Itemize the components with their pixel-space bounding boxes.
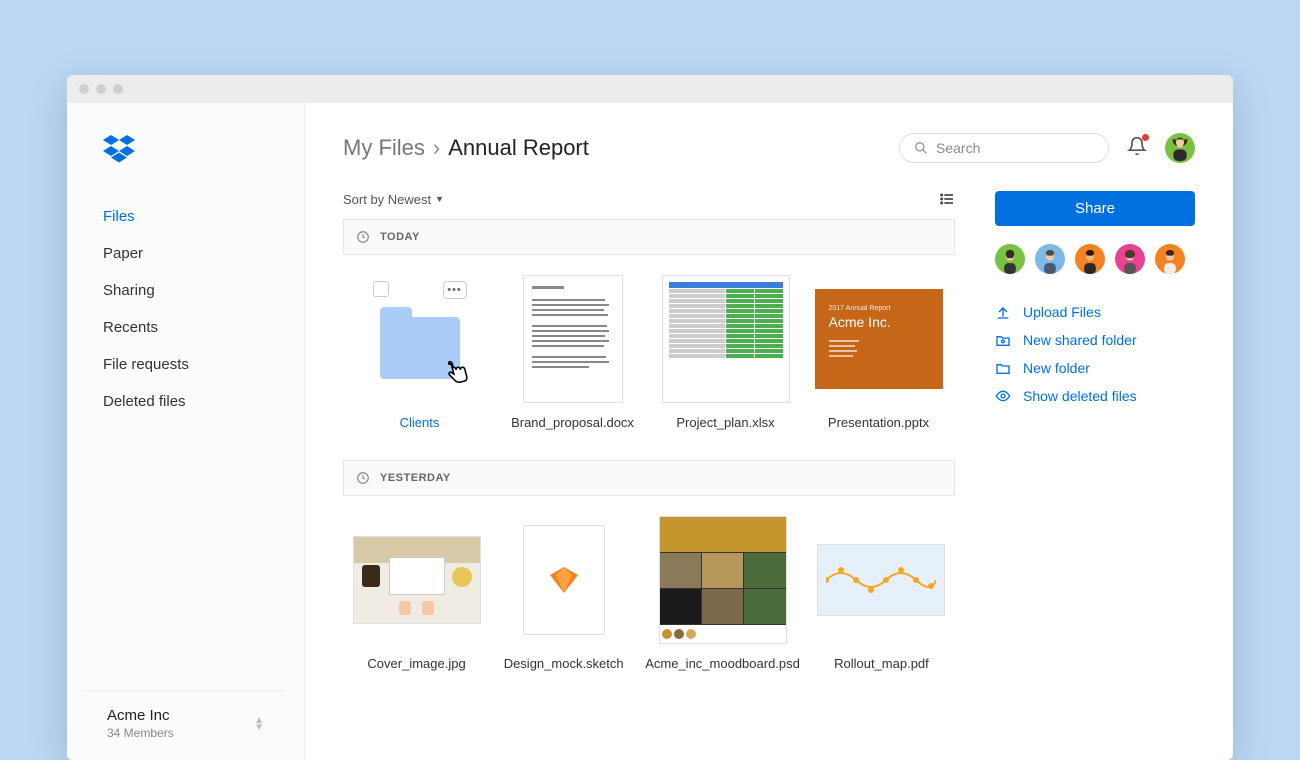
action-new-shared-folder[interactable]: New shared folder bbox=[995, 332, 1195, 348]
section-header-today: TODAY bbox=[343, 219, 955, 255]
eye-icon bbox=[995, 388, 1011, 404]
ppt-thumbnail: 2017 Annual Report Acme Inc. bbox=[815, 289, 943, 389]
file-name: Design_mock.sketch bbox=[504, 656, 624, 673]
section-label-today: TODAY bbox=[380, 231, 420, 243]
moodboard-thumbnail bbox=[659, 516, 787, 644]
search-placeholder: Search bbox=[936, 140, 980, 156]
clock-icon bbox=[356, 471, 370, 485]
main-content: My Files › Annual Report Search bbox=[305, 103, 1233, 760]
member-avatar[interactable] bbox=[1035, 244, 1065, 274]
window-close[interactable] bbox=[79, 84, 89, 94]
sidebar-item-recents[interactable]: Recents bbox=[103, 309, 284, 346]
member-avatar[interactable] bbox=[1115, 244, 1145, 274]
cursor-hand-icon bbox=[440, 356, 474, 398]
window-minimize[interactable] bbox=[96, 84, 106, 94]
doc-thumbnail bbox=[523, 275, 623, 403]
sidebar-item-deleted-files[interactable]: Deleted files bbox=[103, 383, 284, 420]
sidebar-item-files[interactable]: Files bbox=[103, 198, 284, 235]
clock-icon bbox=[356, 230, 370, 244]
team-switcher[interactable]: Acme Inc 34 Members ▲▼ bbox=[85, 690, 286, 760]
chevron-right-icon: › bbox=[433, 135, 440, 161]
folder-icon bbox=[995, 360, 1011, 376]
right-panel: Share Upload Files bbox=[995, 191, 1195, 701]
file-item-pdf[interactable]: Rollout_map.pdf bbox=[808, 516, 955, 673]
caret-down-icon: ▼ bbox=[435, 194, 444, 204]
sidebar: Files Paper Sharing Recents File request… bbox=[67, 103, 305, 760]
file-item-psd[interactable]: Acme_inc_moodboard.psd bbox=[637, 516, 808, 673]
section-label-yesterday: YESTERDAY bbox=[380, 472, 451, 484]
search-input[interactable]: Search bbox=[899, 133, 1109, 163]
file-item-ppt[interactable]: 2017 Annual Report Acme Inc. Presentatio… bbox=[802, 275, 955, 432]
sort-button[interactable]: Sort by Newest ▼ bbox=[343, 192, 444, 207]
file-name: Clients bbox=[400, 415, 440, 432]
file-grid-yesterday: Cover_image.jpg Design_mock.sketch bbox=[343, 496, 955, 701]
breadcrumb: My Files › Annual Report bbox=[343, 135, 589, 161]
file-checkbox[interactable] bbox=[373, 281, 389, 297]
updown-icon: ▲▼ bbox=[254, 717, 264, 731]
shared-folder-icon bbox=[995, 332, 1011, 348]
sidebar-nav: Files Paper Sharing Recents File request… bbox=[67, 198, 304, 420]
image-thumbnail bbox=[353, 536, 481, 624]
upload-icon bbox=[995, 304, 1011, 320]
list-view-toggle[interactable] bbox=[939, 191, 955, 207]
file-name: Acme_inc_moodboard.psd bbox=[645, 656, 800, 673]
notification-dot bbox=[1142, 134, 1149, 141]
sketch-thumbnail bbox=[523, 525, 605, 635]
sidebar-item-file-requests[interactable]: File requests bbox=[103, 346, 284, 383]
breadcrumb-current: Annual Report bbox=[448, 135, 589, 161]
action-upload-files[interactable]: Upload Files bbox=[995, 304, 1195, 320]
member-avatar[interactable] bbox=[1155, 244, 1185, 274]
file-item-sketch[interactable]: Design_mock.sketch bbox=[490, 516, 637, 673]
window-maximize[interactable] bbox=[113, 84, 123, 94]
file-name: Presentation.pptx bbox=[828, 415, 929, 432]
breadcrumb-root[interactable]: My Files bbox=[343, 135, 425, 161]
file-menu-button[interactable]: ••• bbox=[443, 281, 467, 299]
file-name: Brand_proposal.docx bbox=[511, 415, 634, 432]
app-window: Files Paper Sharing Recents File request… bbox=[67, 75, 1233, 760]
file-grid-today: ••• Clients bbox=[343, 255, 955, 460]
member-avatar[interactable] bbox=[1075, 244, 1105, 274]
file-name: Rollout_map.pdf bbox=[834, 656, 929, 673]
action-new-folder[interactable]: New folder bbox=[995, 360, 1195, 376]
user-avatar[interactable] bbox=[1165, 133, 1195, 163]
file-item-img[interactable]: Cover_image.jpg bbox=[343, 516, 490, 673]
team-name: Acme Inc bbox=[107, 707, 174, 724]
file-item-folder[interactable]: ••• Clients bbox=[343, 275, 496, 432]
search-icon bbox=[914, 141, 928, 155]
sidebar-item-paper[interactable]: Paper bbox=[103, 235, 284, 272]
file-item-xls[interactable]: Project_plan.xlsx bbox=[649, 275, 802, 432]
shared-with-avatars bbox=[995, 244, 1195, 274]
avatar-icon bbox=[1170, 136, 1190, 161]
file-name: Cover_image.jpg bbox=[367, 656, 465, 673]
xls-thumbnail bbox=[662, 275, 790, 403]
notifications-button[interactable] bbox=[1127, 136, 1147, 161]
member-avatar[interactable] bbox=[995, 244, 1025, 274]
actions-list: Upload Files New shared folder New folde… bbox=[995, 304, 1195, 404]
file-name: Project_plan.xlsx bbox=[676, 415, 774, 432]
dropbox-logo[interactable] bbox=[67, 135, 304, 198]
action-show-deleted[interactable]: Show deleted files bbox=[995, 388, 1195, 404]
share-button[interactable]: Share bbox=[995, 191, 1195, 226]
file-item-doc[interactable]: Brand_proposal.docx bbox=[496, 275, 649, 432]
sidebar-item-sharing[interactable]: Sharing bbox=[103, 272, 284, 309]
pdf-thumbnail bbox=[817, 544, 945, 616]
section-header-yesterday: YESTERDAY bbox=[343, 460, 955, 496]
sort-label: Sort by Newest bbox=[343, 192, 431, 207]
window-titlebar bbox=[67, 75, 1233, 103]
team-members: 34 Members bbox=[107, 726, 174, 740]
